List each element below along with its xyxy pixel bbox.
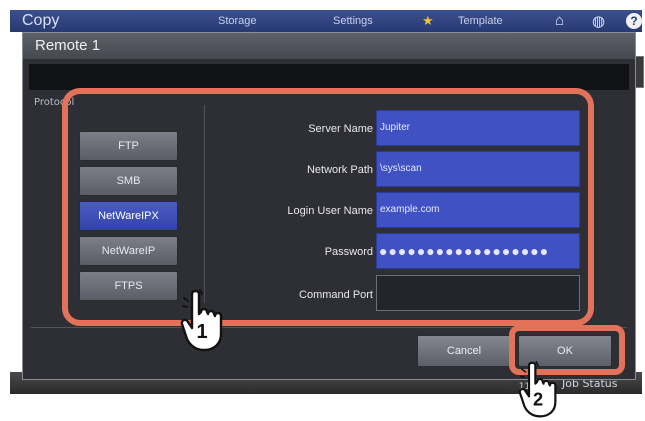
step2-number: 2 [533, 389, 543, 409]
hand-pointer-icon: 1 [180, 289, 223, 352]
star-icon[interactable]: ★ [422, 13, 434, 29]
globe-icon[interactable]: ◍ [592, 12, 605, 30]
tab-settings[interactable]: Settings [333, 15, 373, 27]
help-icon[interactable]: ? [626, 13, 642, 29]
dialog-message-strip [29, 64, 629, 90]
step1-number: 1 [196, 321, 207, 343]
cancel-button[interactable]: Cancel [417, 335, 511, 367]
app-title: Copy [22, 12, 60, 29]
top-bar: Copy Storage Settings ★ Template ⌂ ◍ ? [10, 10, 642, 32]
tab-storage[interactable]: Storage [218, 15, 257, 27]
step1-highlight-frame [62, 88, 594, 326]
tab-template[interactable]: Template [458, 15, 503, 27]
home-icon[interactable]: ⌂ [555, 12, 564, 29]
dialog-title: Remote 1 [23, 33, 635, 59]
hand-pointer-icon: 2 [518, 361, 557, 418]
